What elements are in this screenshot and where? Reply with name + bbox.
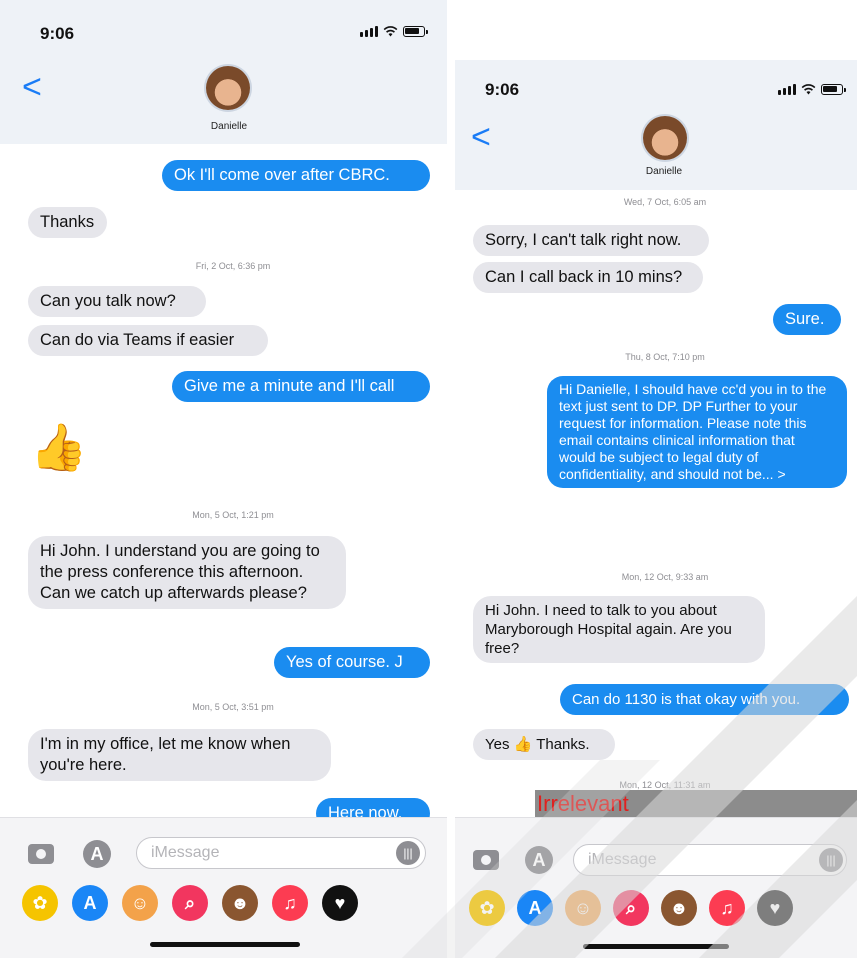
timestamp: Mon, 5 Oct, 3:51 pm (192, 702, 274, 712)
outgoing-message: Yes of course. J (274, 647, 430, 678)
message-input[interactable]: iMessage (136, 837, 426, 869)
timestamp: Mon, 5 Oct, 1:21 pm (192, 510, 274, 520)
message-input[interactable]: iMessage (573, 844, 847, 876)
incoming-message: Can do via Teams if easier (28, 325, 268, 356)
photos-icon[interactable]: ✿ (469, 890, 505, 926)
contact-avatar[interactable] (643, 116, 687, 160)
incoming-message: Sorry, I can't talk right now. (473, 225, 709, 256)
incoming-message: Can I call back in 10 mins? (473, 262, 703, 293)
timestamp: Mon, 12 Oct, 11:31 am (619, 780, 711, 790)
incoming-message: Hi John. I need to talk to you about Mar… (473, 596, 765, 663)
redaction-label: Irrelevant (537, 791, 629, 816)
app-store-icon[interactable]: A (525, 846, 553, 874)
home-indicator (150, 942, 300, 947)
search-icon[interactable]: ⌕ (172, 885, 208, 921)
photos-icon[interactable]: ✿ (22, 885, 58, 921)
wifi-icon (383, 26, 398, 37)
status-icons (360, 26, 428, 37)
timestamp: Wed, 7 Oct, 6:05 am (623, 197, 707, 207)
left-phone-screenshot: 9:06 < Danielle Ok I'll come over after … (0, 0, 447, 958)
timestamp: Thu, 8 Oct, 7:10 pm (625, 352, 705, 362)
camera-icon[interactable] (473, 850, 499, 870)
back-button[interactable]: < (22, 70, 42, 104)
home-indicator (583, 944, 729, 949)
status-time: 9:06 (485, 80, 520, 99)
outgoing-message: Hi Danielle, I should have cc'd you in t… (547, 376, 847, 488)
outgoing-message: Give me a minute and I'll call (172, 371, 430, 402)
app-store-icon[interactable]: A (83, 840, 111, 868)
animoji-icon[interactable]: ☻ (661, 890, 697, 926)
status-icons (778, 84, 846, 95)
signal-icon (778, 84, 796, 95)
incoming-message: I'm in my office, let me know when you'r… (28, 729, 331, 781)
back-button[interactable]: < (471, 120, 491, 154)
wifi-icon (801, 84, 816, 95)
contact-name[interactable]: Danielle (169, 121, 289, 132)
thumbs-up-emoji: 👍 (30, 421, 88, 473)
memoji-icon[interactable]: ☺ (565, 890, 601, 926)
contact-avatar[interactable] (206, 66, 250, 110)
outgoing-message: Can do 1130 is that okay with you. (560, 684, 849, 715)
heart-icon[interactable]: ♥ (757, 890, 793, 926)
incoming-message: Thanks (28, 207, 107, 238)
signal-icon (360, 26, 378, 37)
incoming-message: Yes 👍 Thanks. (473, 729, 615, 760)
audio-icon[interactable]: ||| (819, 848, 843, 872)
app-drawer: ✿ A ☺ ⌕ ☻ ♫ ♥ (22, 885, 358, 921)
music-icon[interactable]: ♫ (709, 890, 745, 926)
outgoing-message: Ok I'll come over after CBRC. (162, 160, 430, 191)
memoji-icon[interactable]: ☺ (122, 885, 158, 921)
animoji-icon[interactable]: ☻ (222, 885, 258, 921)
camera-icon[interactable] (28, 844, 54, 864)
timestamp: Fri, 2 Oct, 6:36 pm (195, 261, 271, 271)
outgoing-message: Sure. (773, 304, 841, 335)
battery-icon (403, 26, 428, 37)
app-store-icon[interactable]: A (517, 890, 553, 926)
contact-name[interactable]: Danielle (604, 166, 724, 177)
heart-icon[interactable]: ♥ (322, 885, 358, 921)
app-store-icon[interactable]: A (72, 885, 108, 921)
timestamp: Mon, 12 Oct, 9:33 am (621, 572, 709, 582)
music-icon[interactable]: ♫ (272, 885, 308, 921)
right-phone-screenshot: 9:06 < Danielle Wed, 7 Oct, 6:05 am Sorr… (455, 0, 857, 958)
incoming-message: Can you talk now? (28, 286, 206, 317)
incoming-message: Hi John. I understand you are going to t… (28, 536, 346, 609)
battery-icon (821, 84, 846, 95)
audio-icon[interactable]: ||| (396, 841, 420, 865)
input-area (455, 817, 857, 958)
app-drawer: ✿ A ☺ ⌕ ☻ ♫ ♥ (469, 890, 793, 926)
status-time: 9:06 (40, 24, 75, 43)
search-icon[interactable]: ⌕ (613, 890, 649, 926)
